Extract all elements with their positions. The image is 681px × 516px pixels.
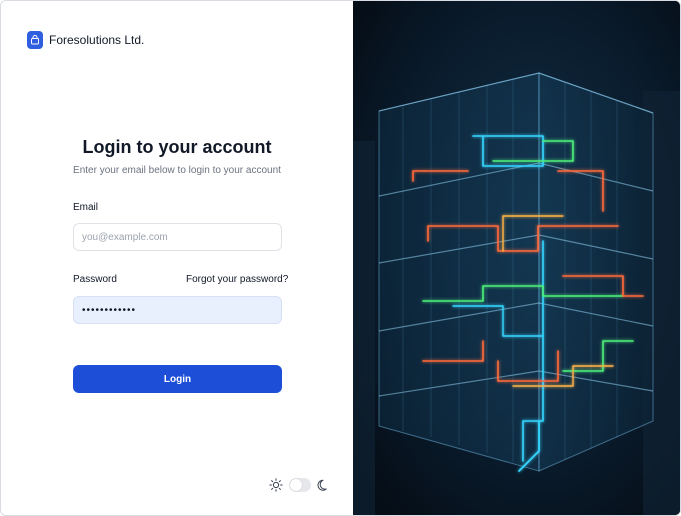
page-subtitle: Enter your email below to login to your …: [73, 165, 281, 176]
password-label: Password: [73, 274, 117, 285]
switch-knob: [290, 479, 302, 491]
login-page: Foresolutions Ltd. Login to your account…: [0, 0, 681, 516]
brand-name: Foresolutions Ltd.: [49, 33, 145, 47]
page-title: Login to your account: [82, 137, 272, 157]
forgot-password-link[interactable]: Forgot your password?: [186, 274, 288, 285]
password-field[interactable]: [73, 296, 282, 324]
moon-icon: [317, 478, 331, 492]
sun-icon: [269, 478, 283, 492]
circuit-building-illustration: [353, 1, 680, 515]
lock-icon: [27, 31, 43, 49]
theme-switch[interactable]: [289, 478, 311, 492]
email-field[interactable]: [73, 223, 282, 251]
theme-toggle[interactable]: [269, 478, 331, 492]
email-label: Email: [73, 202, 99, 213]
login-panel: Foresolutions Ltd. Login to your account…: [1, 1, 353, 515]
hero-illustration: [353, 1, 680, 515]
login-button[interactable]: Login: [73, 365, 282, 393]
brand: Foresolutions Ltd.: [27, 31, 144, 49]
